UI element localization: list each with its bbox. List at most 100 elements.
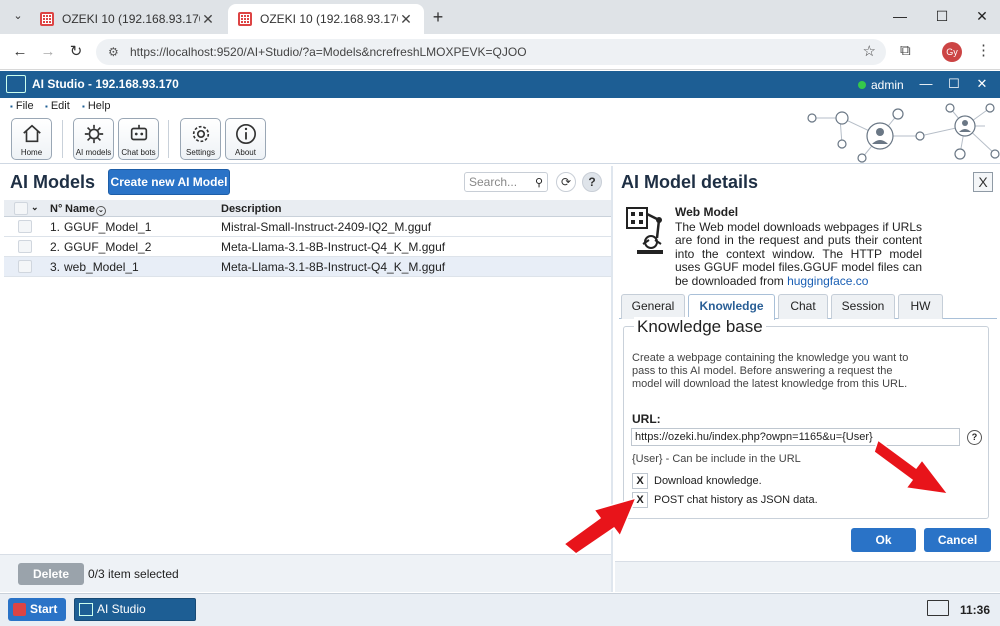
details-title: AI Model details <box>621 172 759 192</box>
table-row[interactable]: 3. web_Model_1 Meta-Llama-3.1-8B-Instruc… <box>4 257 611 277</box>
column-description: Description <box>221 203 282 215</box>
search-placeholder: Search... <box>469 175 518 189</box>
chevron-down-icon[interactable]: ⌄ <box>31 202 39 213</box>
extensions-icon[interactable]: ⧉ <box>900 42 911 59</box>
search-icon[interactable]: ⚲ <box>535 174 543 192</box>
huggingface-link[interactable]: huggingface.co <box>787 274 868 288</box>
about-button[interactable]: About <box>225 118 266 160</box>
tab-close-icon[interactable]: ✕ <box>398 11 414 28</box>
create-model-button[interactable]: Create new AI Model <box>108 169 230 195</box>
browser-menu-icon[interactable]: ⋮ <box>976 41 991 59</box>
taskbar: Start AI Studio 11:36 <box>0 593 1000 626</box>
row-description: Meta-Llama-3.1-8B-Instruct-Q4_K_M.gguf <box>221 240 446 254</box>
row-num: 2. <box>50 240 61 254</box>
url-help-icon[interactable]: ? <box>967 430 982 445</box>
model-details-panel: AI Model details X Web Model The Web mod… <box>615 166 1000 592</box>
tab-close-icon[interactable]: ✕ <box>200 11 216 28</box>
menu-edit[interactable]: Edit <box>45 100 70 112</box>
table-row[interactable]: 2. GGUF_Model_2 Meta-Llama-3.1-8B-Instru… <box>4 237 611 257</box>
refresh-icon[interactable]: ⟳ <box>556 172 576 192</box>
ai-models-button[interactable]: AI models <box>73 118 114 160</box>
sort-icon[interactable]: ⌄ <box>95 206 106 216</box>
new-tab-icon[interactable]: + <box>428 7 448 28</box>
info-icon <box>235 124 256 144</box>
home-button[interactable]: Home <box>11 118 52 160</box>
taskbar-ai-studio[interactable]: AI Studio <box>74 598 196 621</box>
chat-bots-label: Chat bots <box>121 148 156 157</box>
url-text: https://localhost:9520/AI+Studio/?a=Mode… <box>130 45 527 59</box>
column-num: N° <box>50 203 63 215</box>
row-name[interactable]: web_Model_1 <box>64 260 139 274</box>
app-maximize-icon[interactable]: ☐ <box>946 76 962 92</box>
table-row[interactable]: 1. GGUF_Model_1 Mistral-Small-Instruct-2… <box>4 217 611 237</box>
ai-studio-logo-icon <box>6 75 26 93</box>
download-knowledge-label: Download knowledge. <box>654 475 762 487</box>
chat-bots-button[interactable]: Chat bots <box>118 118 159 160</box>
app-title: AI Studio - 192.168.93.170 <box>32 77 179 91</box>
models-table: ⌄ N° Name ⌄ Description 1. GGUF_Model_1 M… <box>4 200 611 277</box>
select-all-checkbox[interactable] <box>14 202 28 215</box>
help-icon[interactable]: ? <box>582 172 602 192</box>
cancel-button[interactable]: Cancel <box>924 528 991 552</box>
page-title: AI Models <box>10 172 96 192</box>
model-name: Web Model <box>675 205 739 219</box>
toolbar-divider <box>168 120 169 158</box>
delete-button[interactable]: Delete <box>18 563 84 585</box>
tab-session[interactable]: Session <box>831 294 895 319</box>
models-footer: Delete 0/3 item selected <box>0 554 611 592</box>
bookmark-star-icon[interactable]: ☆ <box>863 39 876 65</box>
url-hint: {User} - Can be include in the URL <box>632 453 801 465</box>
column-name[interactable]: Name ⌄ <box>65 203 106 216</box>
ai-models-icon <box>84 124 103 144</box>
start-icon <box>13 603 26 616</box>
tab-chat[interactable]: Chat <box>778 294 828 319</box>
row-description: Mistral-Small-Instruct-2409-IQ2_M.gguf <box>221 220 432 234</box>
row-num: 3. <box>50 260 61 274</box>
url-field[interactable]: ⚙ https://localhost:9520/AI+Studio/?a=Mo… <box>96 39 886 65</box>
start-label: Start <box>30 602 58 616</box>
monitor-icon[interactable] <box>927 600 949 616</box>
app-minimize-icon[interactable]: — <box>918 76 934 91</box>
url-label: URL: <box>632 412 661 426</box>
forward-icon[interactable]: → <box>38 42 58 62</box>
app-close-icon[interactable]: ✕ <box>974 76 990 92</box>
ai-models-label: AI models <box>75 148 112 157</box>
row-description: Meta-Llama-3.1-8B-Instruct-Q4_K_M.gguf <box>221 260 446 274</box>
start-button[interactable]: Start <box>8 598 66 621</box>
knowledge-base-legend: Knowledge base <box>634 317 766 337</box>
about-label: About <box>235 148 256 157</box>
back-icon[interactable]: ← <box>10 42 30 62</box>
model-description: The Web model downloads webpages if URLs… <box>675 220 922 288</box>
user-name[interactable]: admin <box>871 78 904 92</box>
profile-avatar[interactable]: Gy <box>942 42 962 62</box>
row-checkbox[interactable] <box>18 260 32 273</box>
clock: 11:36 <box>960 603 991 617</box>
network-graphic-icon <box>807 103 1000 163</box>
tab-hw[interactable]: HW <box>898 294 943 319</box>
browser-tab-1[interactable]: OZEKI 10 (192.168.93.170) ✕ <box>30 4 226 34</box>
download-knowledge-checkbox[interactable]: X <box>632 473 648 489</box>
row-name[interactable]: GGUF_Model_2 <box>64 240 151 254</box>
ok-button[interactable]: Ok <box>851 528 916 552</box>
row-checkbox[interactable] <box>18 220 32 233</box>
browser-tab-2[interactable]: OZEKI 10 (192.168.93.170) ✕ <box>228 4 424 34</box>
app-title-bar: AI Studio - 192.168.93.170 admin — ☐ ✕ <box>0 71 1000 98</box>
settings-button[interactable]: Settings <box>180 118 221 160</box>
menu-file[interactable]: File <box>10 100 34 112</box>
window-close-icon[interactable]: ✕ <box>972 8 992 25</box>
minimize-icon[interactable]: — <box>890 8 910 24</box>
maximize-icon[interactable]: ☐ <box>932 8 952 25</box>
menu-help[interactable]: Help <box>82 100 111 112</box>
row-name[interactable]: GGUF_Model_1 <box>64 220 151 234</box>
tab-search-icon[interactable]: ⌄ <box>8 6 28 26</box>
tab-general[interactable]: General <box>621 294 685 319</box>
close-details-button[interactable]: X <box>973 172 993 192</box>
home-icon <box>22 124 41 143</box>
row-num: 1. <box>50 220 61 234</box>
site-info-icon[interactable]: ⚙ <box>108 45 122 59</box>
search-input[interactable]: Search... ⚲ <box>464 172 548 192</box>
row-checkbox[interactable] <box>18 240 32 253</box>
browser-tabstrip: ⌄ OZEKI 10 (192.168.93.170) ✕ OZEKI 10 (… <box>0 0 1000 34</box>
arrow-annotation-icon <box>562 496 638 555</box>
reload-icon[interactable]: ↻ <box>66 42 86 62</box>
